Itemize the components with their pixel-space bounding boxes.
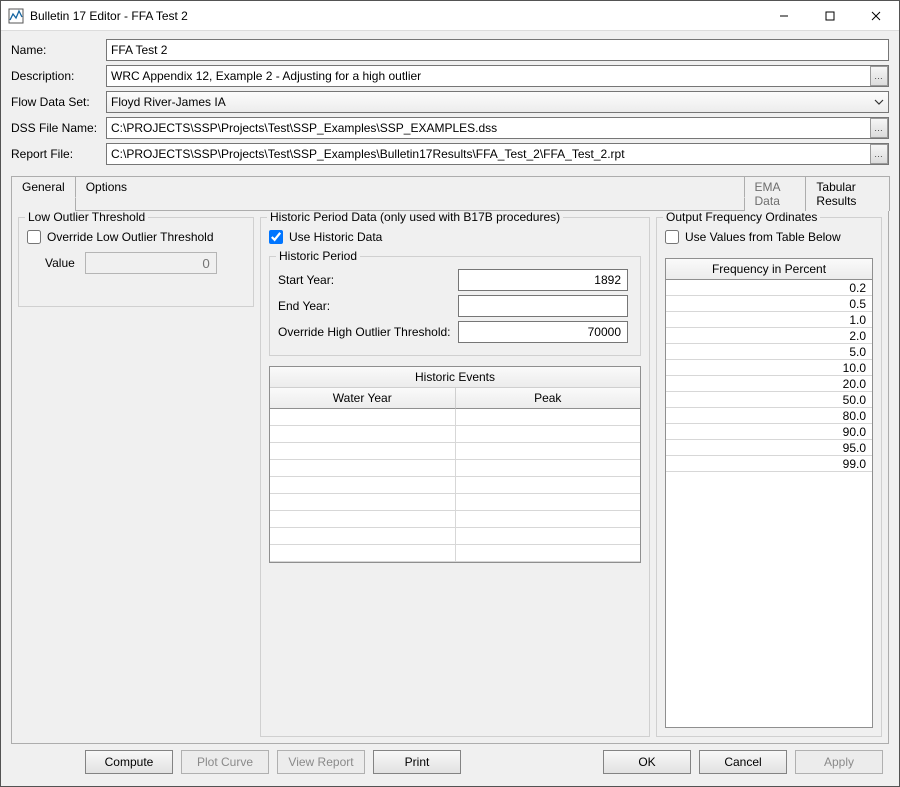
frequency-row[interactable]: 99.0 [666,456,872,472]
historic-events-body[interactable] [270,409,640,562]
apply-button: Apply [795,750,883,774]
group-low-outlier: Low Outlier Threshold Override Low Outli… [18,217,254,307]
frequency-row[interactable]: 95.0 [666,440,872,456]
col-water-year[interactable]: Water Year [270,388,456,409]
tab-strip: General Options EMA Data Tabular Results [11,175,889,211]
maximize-button[interactable] [807,1,853,31]
plot-curve-button: Plot Curve [181,750,269,774]
tab-emadata: EMA Data [744,176,807,211]
end-year-label: End Year: [278,299,458,313]
low-outlier-value-input [85,252,217,274]
end-year-input[interactable] [458,295,628,317]
reportfile-input[interactable] [106,143,889,165]
frequency-row[interactable]: 90.0 [666,424,872,440]
use-values-from-table-label: Use Values from Table Below [685,230,841,244]
print-button[interactable]: Print [373,750,461,774]
tab-options[interactable]: Options [75,176,745,198]
ok-button[interactable]: OK [603,750,691,774]
dssfile-browse-button[interactable]: … [870,118,888,138]
use-historic-data-label: Use Historic Data [289,230,382,244]
frequency-table-header[interactable]: Frequency in Percent [666,259,872,280]
dssfile-input[interactable] [106,117,889,139]
override-low-outlier-input[interactable] [27,230,41,244]
historic-events-title: Historic Events [270,367,640,388]
flowdataset-label: Flow Data Set: [11,95,106,109]
group-low-outlier-title: Low Outlier Threshold [25,211,148,224]
name-input[interactable] [106,39,889,61]
override-high-outlier-input[interactable] [458,321,628,343]
group-historic-period: Historic Period Start Year: End Year: Ov… [269,256,641,356]
reportfile-label: Report File: [11,147,106,161]
app-icon [8,8,24,24]
tab-panel-options: Low Outlier Threshold Override Low Outli… [11,211,889,744]
override-high-outlier-label: Override High Outlier Threshold: [278,325,458,339]
tab-tabular-results[interactable]: Tabular Results [805,176,890,211]
frequency-table[interactable]: Frequency in Percent 0.20.51.02.05.010.0… [665,258,873,728]
group-historic-period-data: Historic Period Data (only used with B17… [260,217,650,737]
description-label: Description: [11,69,106,83]
button-bar: Compute Plot Curve View Report Print OK … [11,744,889,782]
start-year-input[interactable] [458,269,628,291]
use-historic-data-input[interactable] [269,230,283,244]
minimize-button[interactable] [761,1,807,31]
start-year-label: Start Year: [278,273,458,287]
group-historic-title: Historic Period Data (only used with B17… [267,211,563,224]
historic-events-table[interactable]: Historic Events Water Year Peak [269,366,641,563]
use-historic-data-checkbox[interactable]: Use Historic Data [269,230,641,244]
frequency-row[interactable]: 5.0 [666,344,872,360]
chevron-down-icon [874,96,884,110]
frequency-row[interactable]: 1.0 [666,312,872,328]
frequency-row[interactable]: 50.0 [666,392,872,408]
title-bar: Bulletin 17 Editor - FFA Test 2 [1,1,899,31]
reportfile-browse-button[interactable]: … [870,144,888,164]
dssfile-label: DSS File Name: [11,121,106,135]
frequency-row[interactable]: 20.0 [666,376,872,392]
compute-button[interactable]: Compute [85,750,173,774]
frequency-table-body[interactable]: 0.20.51.02.05.010.020.050.080.090.095.09… [666,280,872,472]
window-title: Bulletin 17 Editor - FFA Test 2 [30,9,761,23]
use-values-from-table-input[interactable] [665,230,679,244]
close-button[interactable] [853,1,899,31]
override-low-outlier-checkbox[interactable]: Override Low Outlier Threshold [27,230,245,244]
frequency-row[interactable]: 2.0 [666,328,872,344]
tab-general[interactable]: General [11,176,76,211]
historic-period-title: Historic Period [276,249,360,263]
low-outlier-value-label: Value [45,256,75,270]
frequency-row[interactable]: 80.0 [666,408,872,424]
override-low-outlier-label: Override Low Outlier Threshold [47,230,214,244]
view-report-button: View Report [277,750,365,774]
col-peak[interactable]: Peak [456,388,641,409]
description-input[interactable] [106,65,889,87]
group-output-frequency-title: Output Frequency Ordinates [663,211,820,224]
group-output-frequency: Output Frequency Ordinates Use Values fr… [656,217,882,737]
description-browse-button[interactable]: … [870,66,888,86]
frequency-row[interactable]: 10.0 [666,360,872,376]
flowdataset-select[interactable]: Floyd River-James IA [106,91,889,113]
use-values-from-table-checkbox[interactable]: Use Values from Table Below [665,230,873,244]
name-label: Name: [11,43,106,57]
cancel-button[interactable]: Cancel [699,750,787,774]
frequency-row[interactable]: 0.5 [666,296,872,312]
frequency-row[interactable]: 0.2 [666,280,872,296]
flowdataset-value: Floyd River-James IA [111,95,226,109]
